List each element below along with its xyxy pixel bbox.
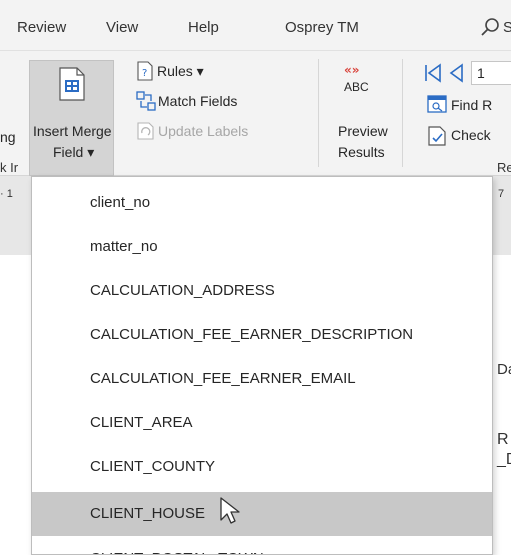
document-text-fragment: R	[497, 431, 509, 448]
ruler-right: 7	[498, 188, 505, 200]
merge-field-option-client-no[interactable]: client_no	[32, 181, 492, 225]
svg-text:?: ?	[142, 68, 147, 79]
merge-field-icon	[59, 67, 85, 101]
insert-merge-field-label-1: Insert Merge	[33, 123, 112, 139]
ribbon-separator	[402, 59, 403, 167]
find-recipient-button[interactable]: Find R	[451, 97, 492, 113]
record-number-field[interactable]: 1	[471, 61, 511, 85]
group-label-fragment-right: Re	[497, 160, 511, 175]
check-errors-button[interactable]: Check	[451, 127, 491, 143]
update-labels-icon	[137, 122, 154, 140]
match-fields-icon	[136, 91, 156, 111]
preview-results-label-1[interactable]: Preview	[338, 123, 388, 139]
merge-field-option-calculation-fee-earner-email[interactable]: CALCULATION_FEE_EARNER_EMAIL	[32, 357, 492, 401]
ruler-left: · 1	[0, 188, 13, 200]
document-text-fragment: _D	[497, 451, 511, 468]
search-label-partial[interactable]: S	[503, 19, 511, 36]
mailings-ribbon: ng Insert Merge Field ▾ ? Rules ▾ Match …	[0, 51, 511, 176]
find-recipient-icon	[427, 95, 447, 113]
previous-record-icon[interactable]	[448, 63, 464, 83]
merge-field-option-client-area[interactable]: CLIENT_AREA	[32, 401, 492, 445]
document-text-fragment: Da	[497, 361, 511, 378]
rules-button[interactable]: Rules ▾	[157, 63, 204, 80]
insert-merge-field-label-2: Field ▾	[53, 144, 95, 160]
preview-results-label-2[interactable]: Results	[338, 144, 385, 160]
mouse-pointer-icon	[220, 497, 240, 524]
ribbon-left-fragment: ng	[0, 129, 16, 145]
match-fields-button[interactable]: Match Fields	[158, 93, 237, 109]
merge-field-option-calculation-address[interactable]: CALCULATION_ADDRESS	[32, 269, 492, 313]
check-errors-icon	[428, 126, 446, 146]
ribbon-tab-bar: Review View Help Osprey TM S	[0, 0, 511, 51]
svg-text:«»: «»	[344, 63, 360, 77]
rules-icon: ?	[137, 61, 153, 81]
tab-view[interactable]: View	[106, 19, 138, 36]
merge-field-option-client-postal-town[interactable]: CLIENT_POSTAL_TOWN	[32, 537, 492, 554]
tab-help[interactable]: Help	[188, 19, 219, 36]
update-labels-button[interactable]: Update Labels	[158, 123, 248, 139]
merge-field-option-calculation-fee-earner-description[interactable]: CALCULATION_FEE_EARNER_DESCRIPTION	[32, 313, 492, 357]
preview-arrows-icon: «»	[344, 63, 360, 77]
group-label-fragment: k Ir	[0, 160, 19, 175]
merge-field-option-client-county[interactable]: CLIENT_COUNTY	[32, 445, 492, 489]
merge-field-option-matter-no[interactable]: matter_no	[32, 225, 492, 269]
tab-osprey-tm[interactable]: Osprey TM	[285, 19, 359, 36]
search-icon[interactable]	[480, 16, 502, 38]
first-record-icon[interactable]	[424, 63, 442, 83]
merge-field-dropdown: client_no matter_no CALCULATION_ADDRESS …	[31, 176, 493, 555]
merge-field-option-client-house[interactable]: CLIENT_HOUSE	[32, 492, 492, 536]
preview-abc-label: ABC	[344, 80, 369, 94]
ribbon-separator	[318, 59, 319, 167]
tab-review[interactable]: Review	[17, 19, 66, 36]
record-number-value: 1	[477, 65, 485, 81]
